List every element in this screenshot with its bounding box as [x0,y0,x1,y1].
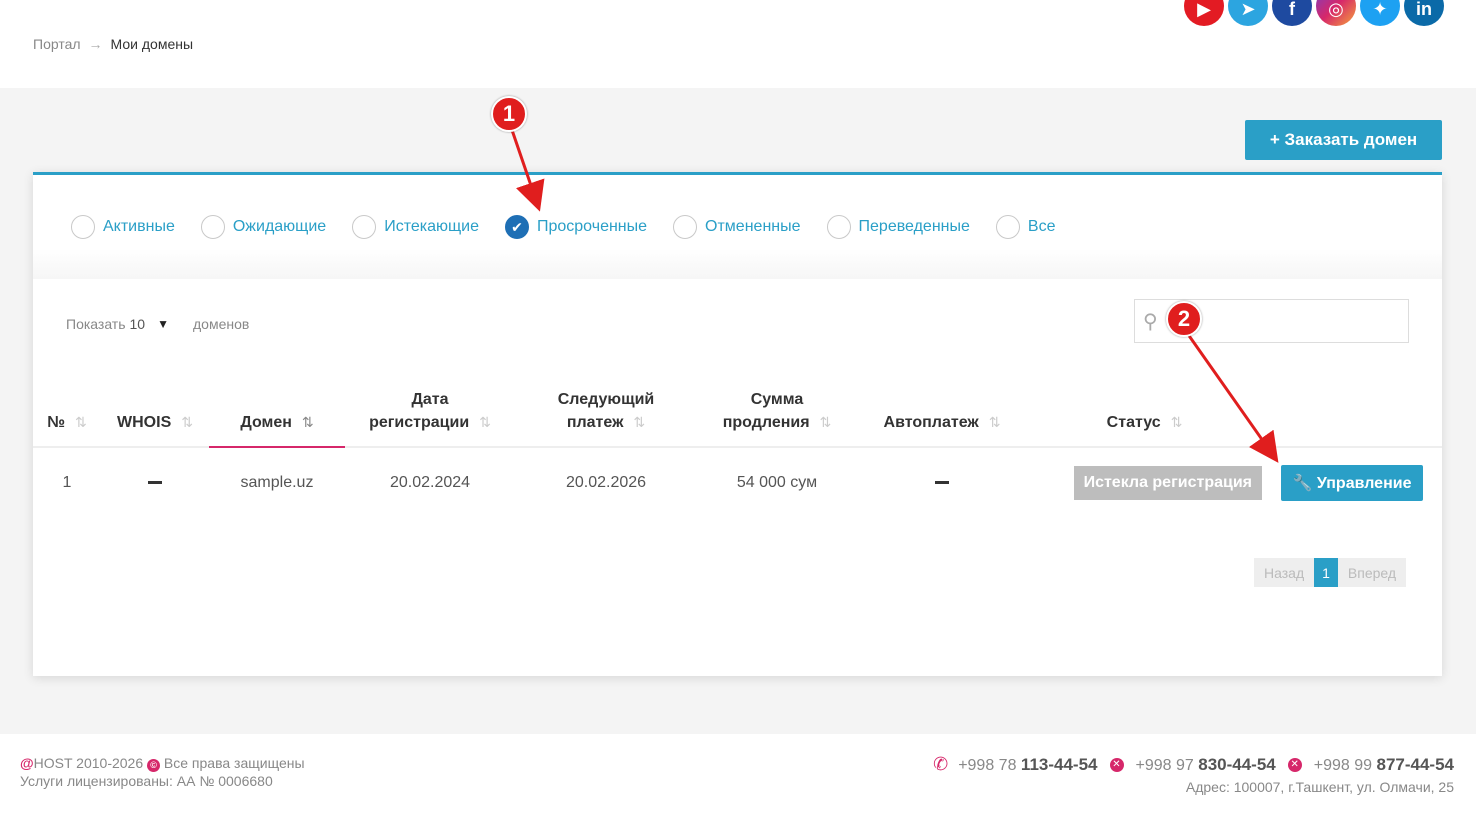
annotation-marker-1: 1 [491,96,527,132]
annotation-arrow-1 [510,129,545,212]
annotation-arrows [510,129,1279,463]
annotation-arrow-2 [1183,329,1279,463]
annotation-marker-2: 2 [1166,301,1202,337]
